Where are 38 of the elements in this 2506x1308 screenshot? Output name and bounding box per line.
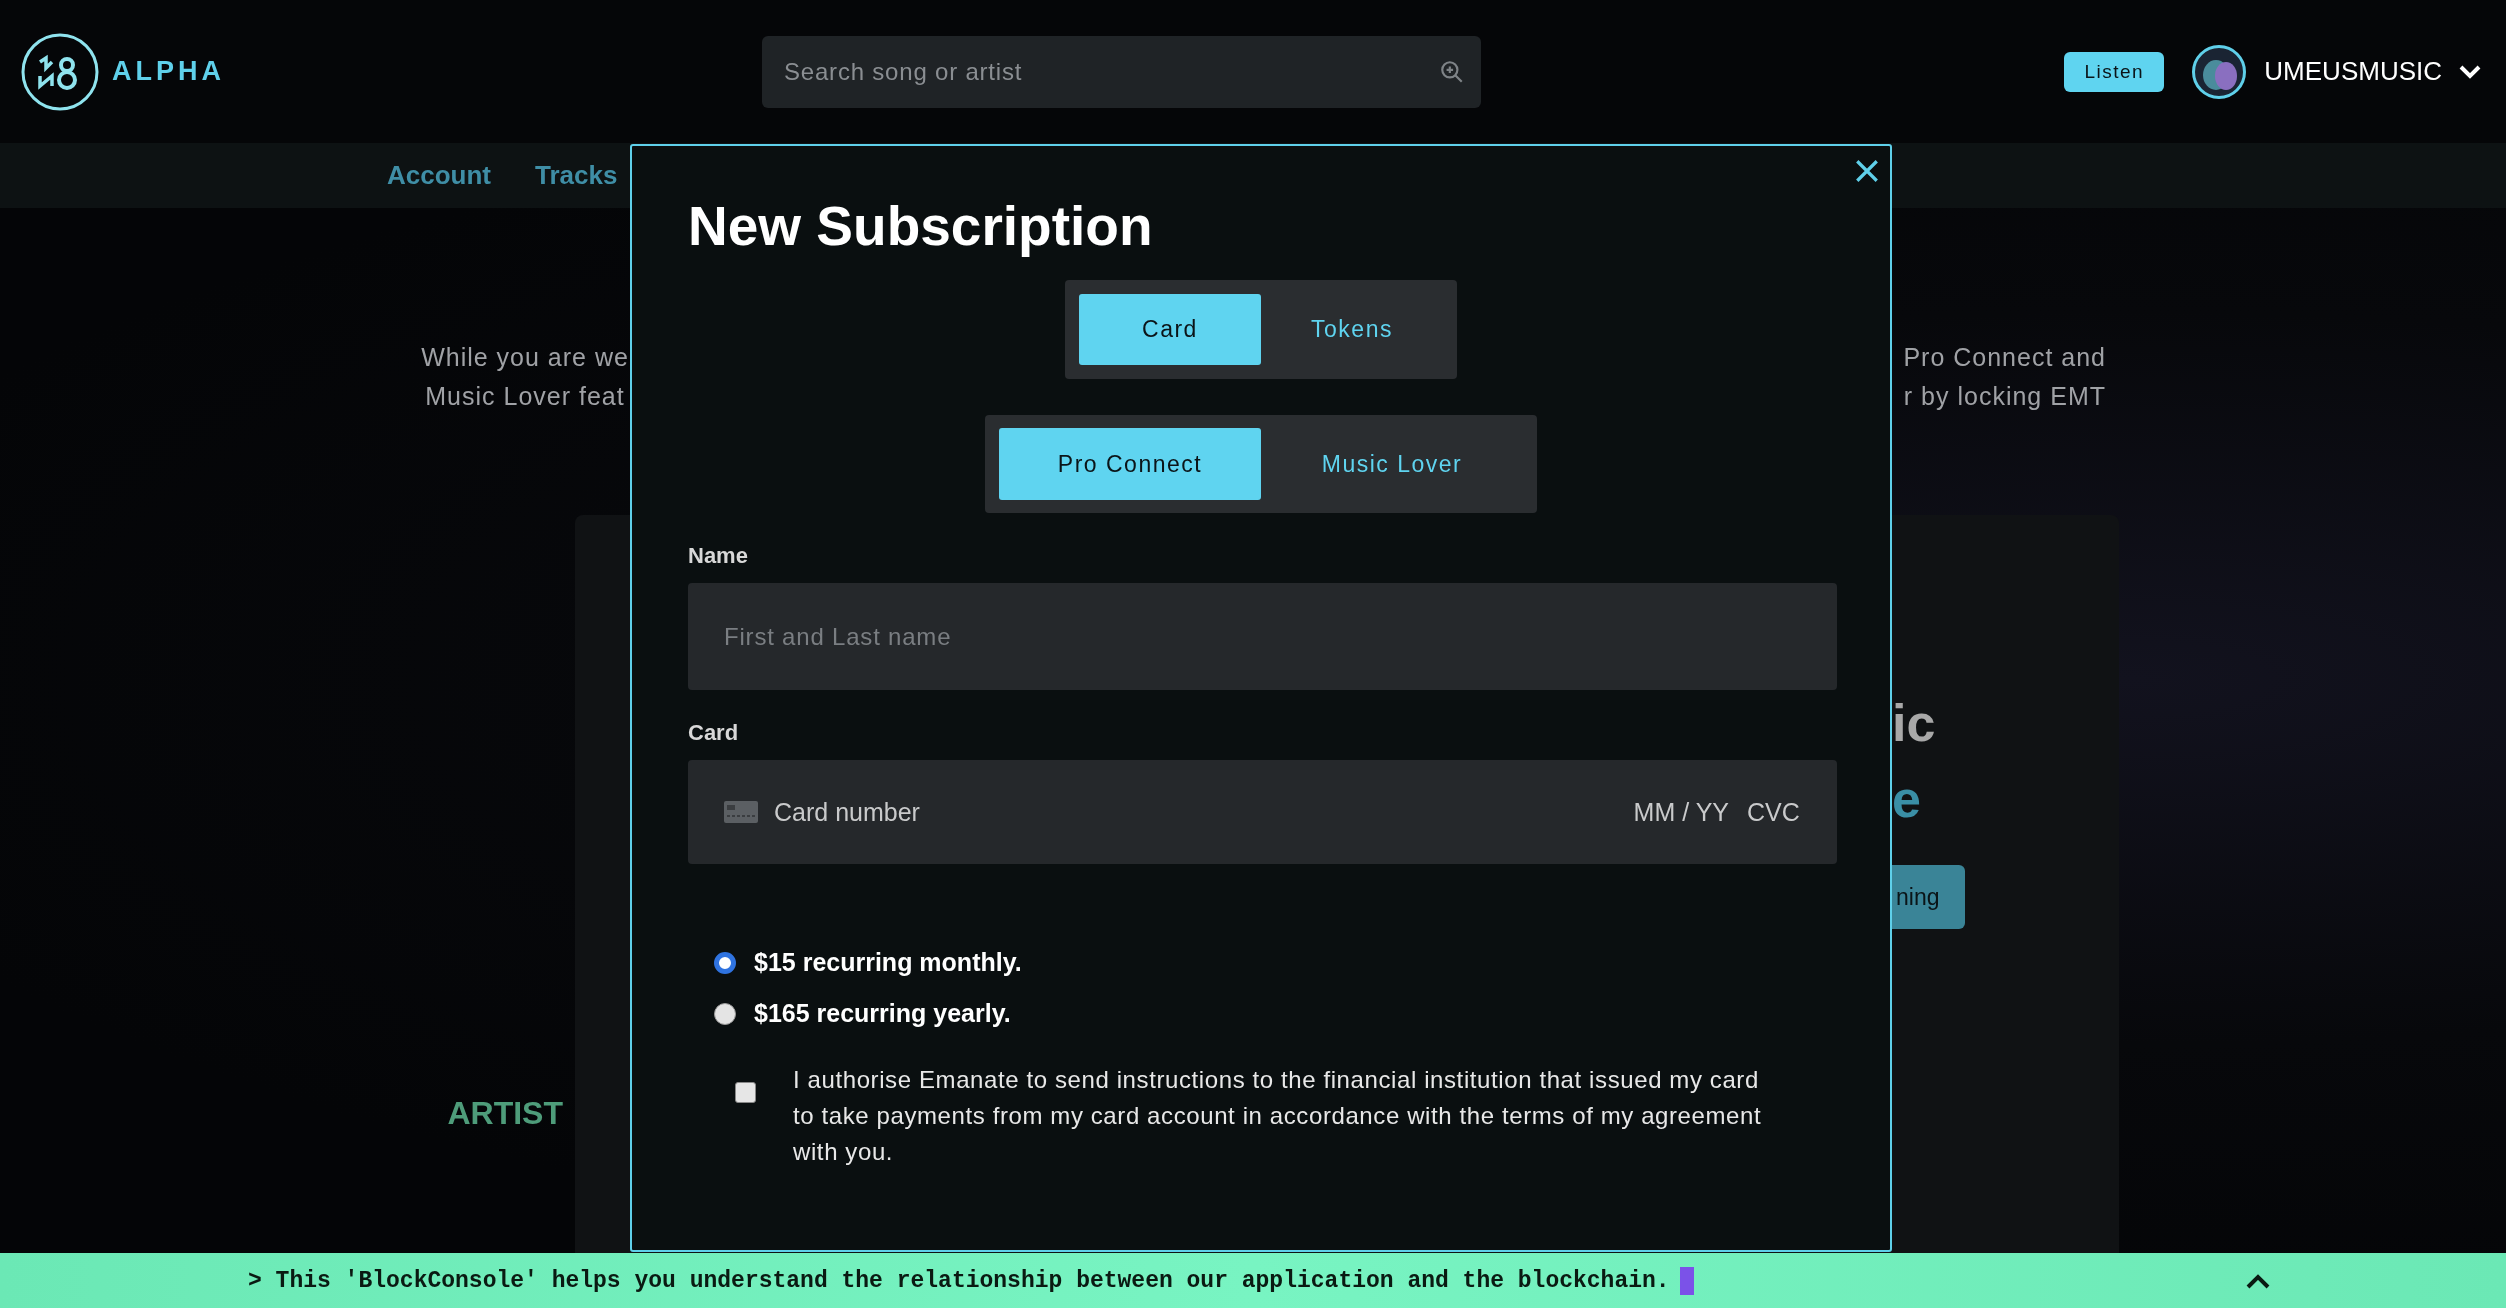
cvc-input[interactable]: CVC: [1745, 796, 1801, 828]
text-cursor: [1679, 1266, 1694, 1295]
tab[interactable]: Tokens: [1261, 294, 1443, 365]
nav-link[interactable]: Tracks: [535, 160, 618, 191]
checkbox[interactable]: [735, 1082, 756, 1103]
console-message: > This 'BlockConsole' helps you understand the relationship between our application and the blockchain.: [248, 1267, 1670, 1294]
logo-icon[interactable]: [20, 31, 100, 112]
username[interactable]: UMEUSMUSIC: [2264, 56, 2442, 87]
option-label[interactable]: $165 recurring yearly.: [754, 999, 1011, 1028]
chevron-down-icon[interactable]: [2458, 63, 2482, 80]
dialog-title: New Subscription: [688, 194, 1153, 259]
expiry-input[interactable]: MM / YY: [1631, 796, 1731, 828]
tab[interactable]: Card: [1079, 294, 1261, 365]
hero-heading: ic: [1892, 693, 1936, 754]
intro-text: r by locking EMT: [1903, 382, 2106, 411]
close-icon[interactable]: [1854, 158, 1880, 184]
name-input[interactable]: First and Last name: [688, 583, 1837, 690]
intro-text: While you are we: [421, 343, 629, 372]
field-label: Card: [688, 720, 739, 746]
hero-heading: e: [1892, 769, 1921, 830]
radio-button[interactable]: [714, 951, 736, 974]
option-label[interactable]: $15 recurring monthly.: [754, 948, 1022, 977]
search-field[interactable]: Search song or artist: [762, 35, 1481, 108]
section-label: ARTIST: [447, 1095, 563, 1132]
intro-text: Pro Connect and: [1903, 343, 2106, 372]
tab[interactable]: Pro Connect: [999, 428, 1261, 500]
authorisation-text: I authorise Emanate to send instructions to the financial institution that issued my card to take payments from my card account in accordance with the terms of my agreement with you.: [793, 1065, 1763, 1167]
search-icon[interactable]: [1439, 58, 1465, 85]
start-button[interactable]: ning: [1892, 865, 1966, 929]
tab[interactable]: Music Lover: [1261, 428, 1523, 500]
field-label: Name: [688, 543, 748, 569]
brand-name[interactable]: ALPHA: [112, 56, 225, 87]
nav-link[interactable]: Account: [387, 160, 491, 191]
credit-card-icon: [724, 801, 758, 823]
card-number-input[interactable]: Card number: [772, 796, 1617, 828]
intro-text: Music Lover feat: [425, 382, 625, 411]
listen-button[interactable]: Listen: [2064, 51, 2165, 92]
radio-button[interactable]: [714, 1002, 736, 1025]
